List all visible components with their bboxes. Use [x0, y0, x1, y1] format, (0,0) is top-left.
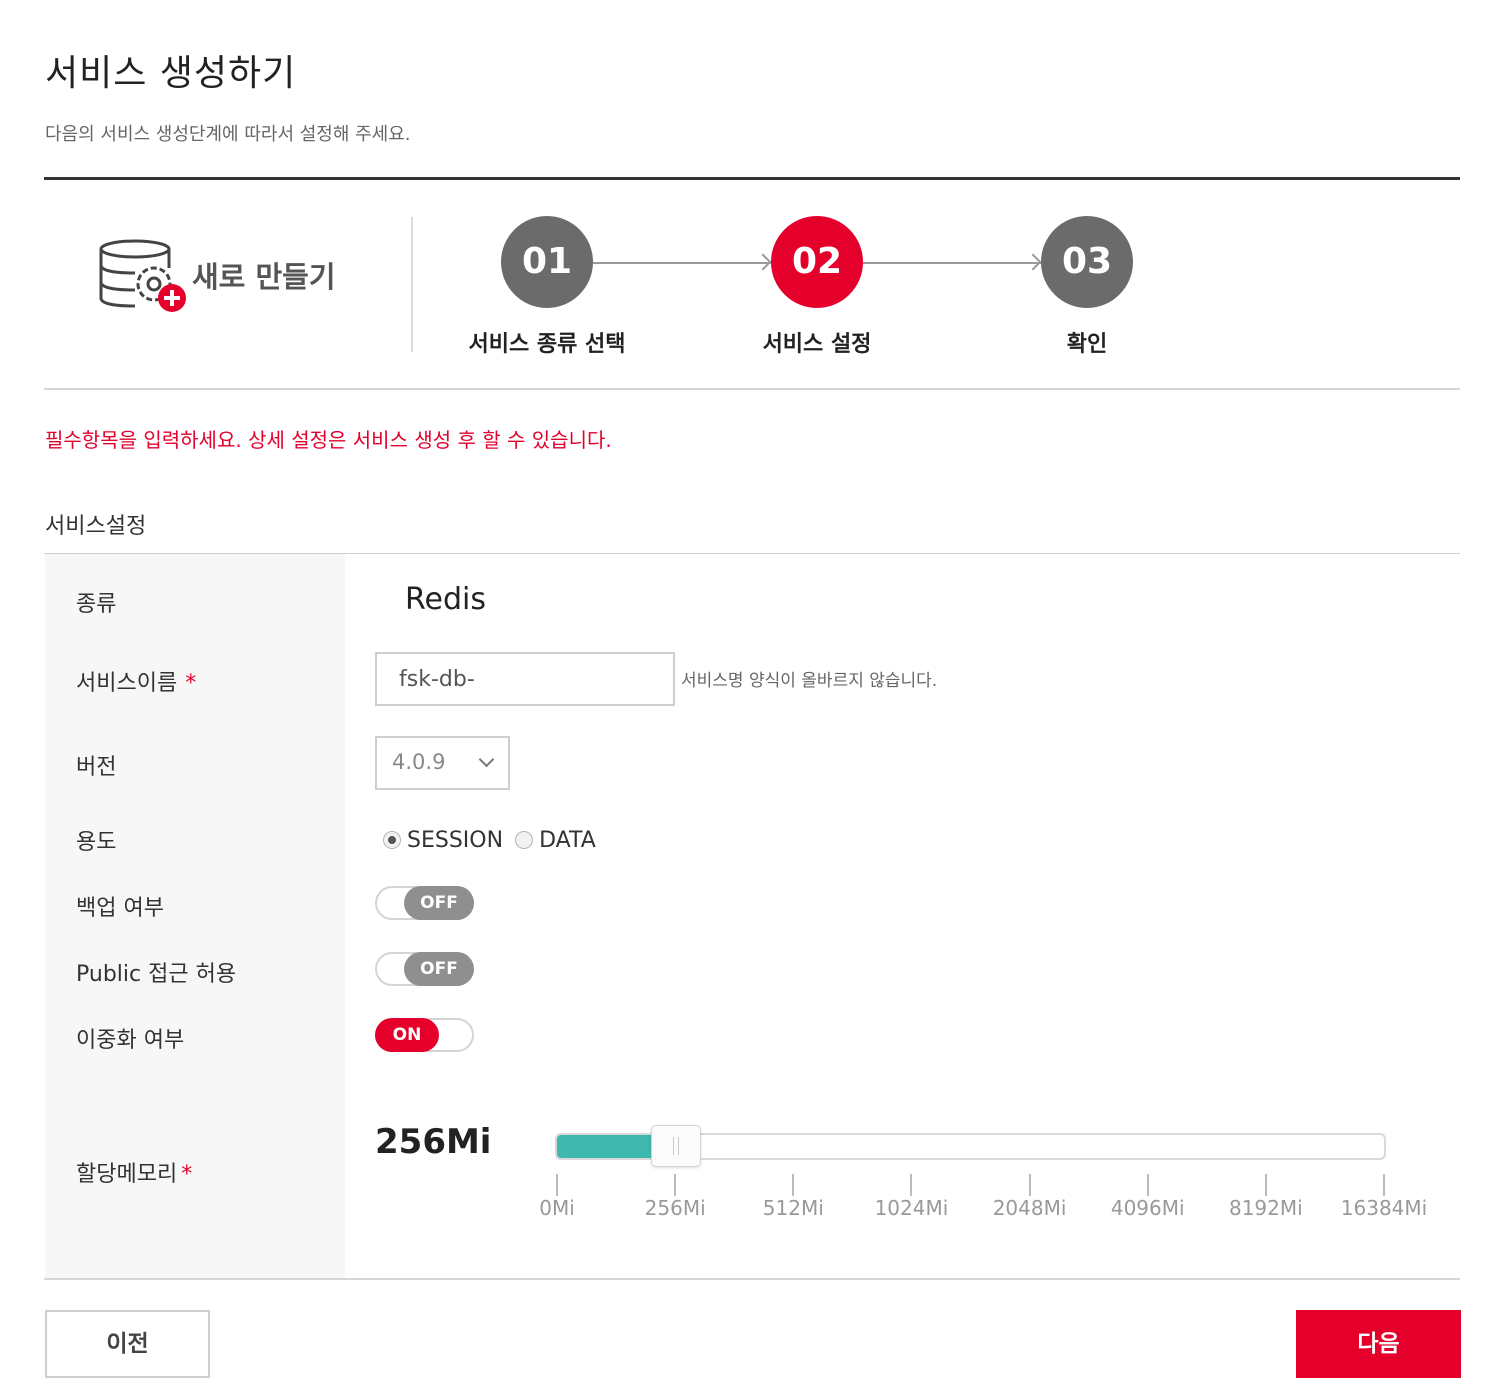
slider-tick-label: 0Mi [539, 1196, 575, 1220]
step-label: 확인 [1066, 332, 1108, 357]
create-new-label: 새로 만들기 [192, 260, 336, 294]
version-select[interactable]: 4.0.9 [375, 736, 510, 790]
slider-tick [1383, 1174, 1385, 1196]
slider-tick-label: 2048Mi [992, 1196, 1067, 1220]
version-label: 버전 [76, 755, 117, 780]
service-name-label: 서비스이름 * [76, 671, 197, 696]
database-gear-add-icon [99, 239, 186, 312]
required-mark: * [181, 1162, 193, 1187]
step-number: 03 [1041, 216, 1133, 308]
memory-slider-handle[interactable] [651, 1125, 702, 1167]
step-label: 서비스 설정 [762, 332, 872, 357]
toggle-state: OFF [404, 886, 474, 920]
backup-toggle[interactable]: OFF [375, 886, 474, 920]
usage-label: 용도 [76, 830, 117, 855]
memory-label: 할당메모리 * [76, 1162, 193, 1187]
grip-icon [673, 1137, 680, 1155]
slider-tick-label: 4096Mi [1110, 1196, 1185, 1220]
step-1: 01 서비스 종류 선택 [457, 216, 637, 358]
redundancy-toggle[interactable]: ON [375, 1018, 474, 1052]
page-title: 서비스 생성하기 [45, 53, 297, 94]
slider-tick-label: 1024Mi [874, 1196, 949, 1220]
page-subtitle: 다음의 서비스 생성단계에 따라서 설정해 주세요. [45, 124, 411, 145]
vertical-separator [411, 217, 413, 352]
slider-tick [792, 1174, 795, 1196]
step-2: 02 서비스 설정 [727, 216, 907, 358]
slider-tick [910, 1174, 913, 1196]
slider-tick [1264, 1174, 1267, 1196]
header-divider [44, 177, 1460, 180]
slider-tick [1028, 1174, 1031, 1196]
redundancy-label: 이중화 여부 [76, 1028, 185, 1053]
usage-radio-group: SESSION DATA [383, 826, 608, 854]
slider-tick-label: 512Mi [762, 1196, 824, 1220]
memory-slider-fill [557, 1135, 652, 1158]
backup-label: 백업 여부 [76, 896, 164, 921]
slider-tick [1146, 1174, 1149, 1196]
required-notice: 필수항목을 입력하세요. 상세 설정은 서비스 생성 후 할 수 있습니다. [45, 428, 612, 452]
slider-tick-label: 16384Mi [1340, 1196, 1428, 1220]
usage-radio-session[interactable] [383, 831, 401, 849]
slider-tick-label: 8192Mi [1228, 1196, 1303, 1220]
prev-button[interactable]: 이전 [45, 1310, 210, 1378]
step-number: 01 [501, 216, 593, 308]
service-name-error: 서비스명 양식이 올바르지 않습니다. [681, 671, 938, 691]
usage-option-label[interactable]: DATA [539, 828, 596, 853]
step-label: 서비스 종류 선택 [468, 332, 626, 357]
step-3: 03 확인 [997, 216, 1177, 358]
usage-option-label[interactable]: SESSION [407, 828, 503, 853]
create-new-block: 새로 만들기 [98, 238, 358, 318]
steps-divider [44, 388, 1460, 390]
step-number: 02 [771, 216, 863, 308]
slider-tick [556, 1174, 558, 1196]
chevron-down-icon [478, 751, 495, 768]
required-mark: * [185, 671, 197, 696]
service-name-input[interactable] [375, 652, 675, 706]
toggle-state: OFF [404, 952, 474, 986]
type-label: 종류 [76, 592, 117, 617]
type-value: Redis [405, 582, 486, 617]
slider-tick [674, 1174, 677, 1196]
public-access-label: Public 접근 허용 [76, 962, 237, 987]
footer-divider [44, 1278, 1460, 1280]
toggle-state: ON [375, 1018, 439, 1052]
memory-value: 256Mi [375, 1122, 492, 1162]
version-value: 4.0.9 [392, 750, 446, 774]
section-title: 서비스설정 [45, 514, 147, 539]
public-access-toggle[interactable]: OFF [375, 952, 474, 986]
next-button[interactable]: 다음 [1296, 1310, 1461, 1378]
slider-tick-label: 256Mi [644, 1196, 706, 1220]
usage-radio-data[interactable] [515, 831, 534, 849]
